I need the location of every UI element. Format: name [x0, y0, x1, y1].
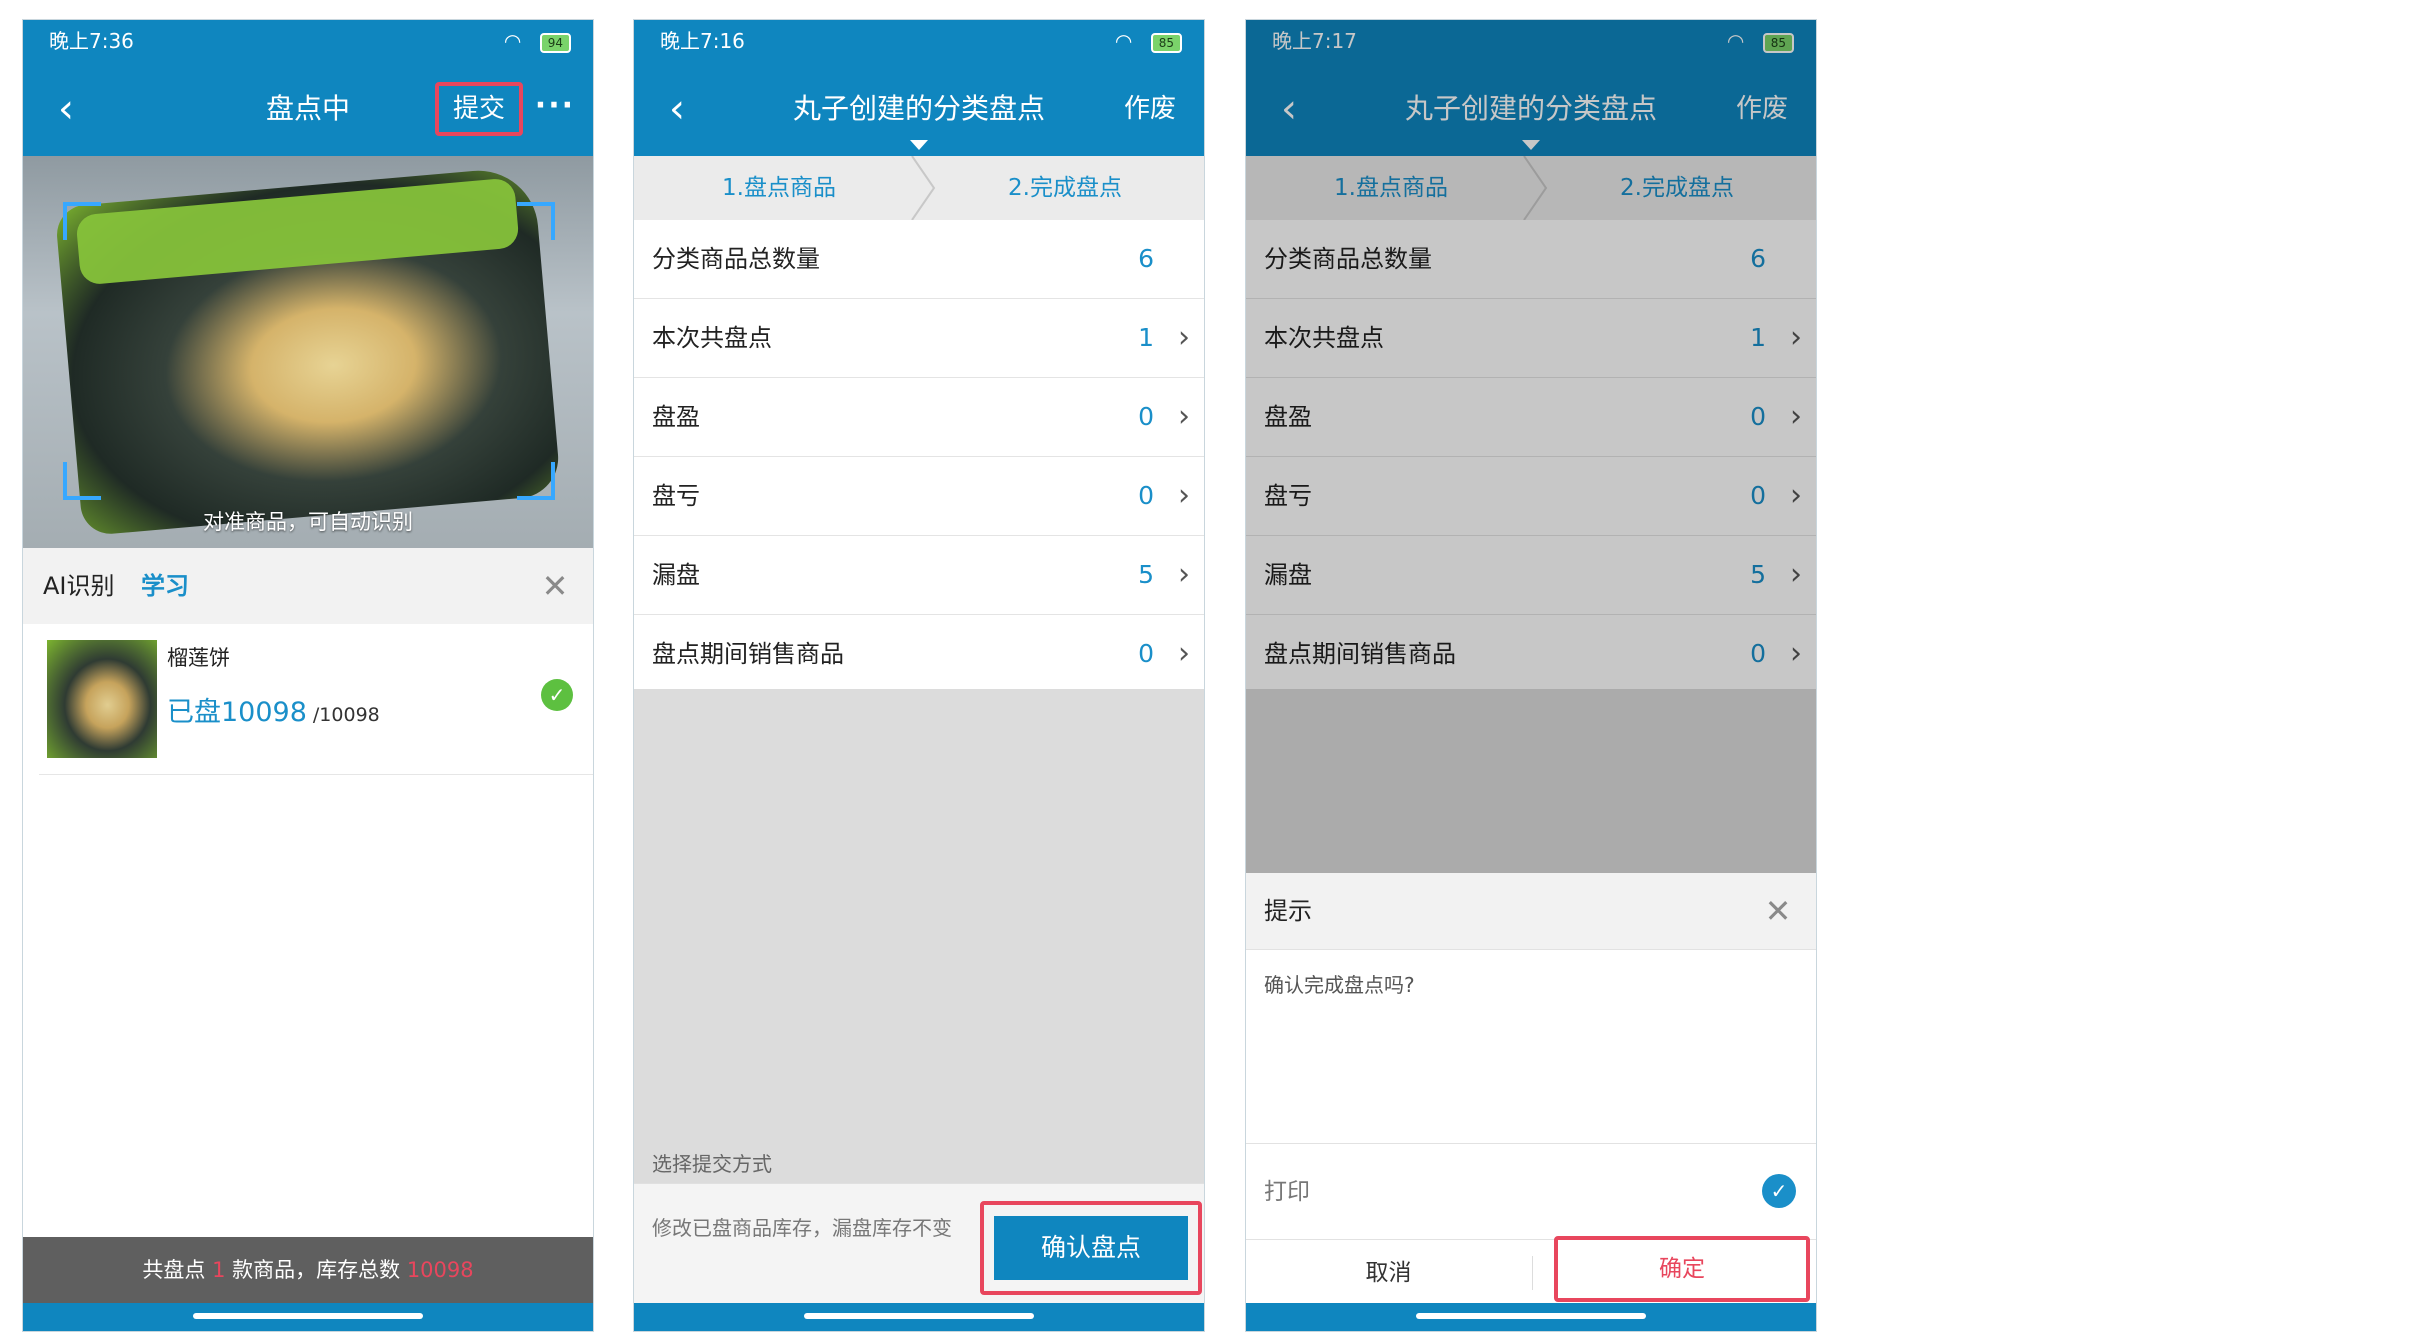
more-options-icon[interactable]: ···: [535, 84, 575, 134]
home-indicator[interactable]: [1416, 1313, 1646, 1319]
dialog-title: 提示: [1264, 897, 1312, 925]
scan-frame-corner: [63, 462, 101, 500]
confirm-highlight: 确认盘点: [980, 1201, 1202, 1295]
home-indicator[interactable]: [193, 1313, 423, 1319]
cancel-button[interactable]: 取消: [1246, 1240, 1531, 1306]
status-time: 晚上7:16: [660, 29, 745, 53]
stock-total: /10098: [312, 704, 380, 726]
nav-bar: ‹ 盘点中 提交 ···: [23, 62, 593, 156]
summary-footer: 共盘点 1 款商品，库存总数 10098: [23, 1237, 593, 1303]
camera-preview: 对准商品，可自动识别: [23, 156, 593, 548]
dialog-header: 提示 ✕: [1246, 873, 1816, 950]
summary-prefix: 共盘点: [142, 1258, 206, 1282]
scan-frame-corner: [517, 202, 555, 240]
stat-label: 本次共盘点: [652, 324, 772, 352]
submit-bar: 修改已盘商品库存，漏盘库存不变 确认盘点: [634, 1183, 1204, 1306]
close-icon[interactable]: ✕: [1758, 891, 1798, 931]
confirm-inventory-button[interactable]: 确认盘点: [994, 1216, 1188, 1280]
stat-value: 5: [1138, 560, 1154, 589]
stat-value: 0: [1138, 481, 1154, 510]
stat-value: 0: [1138, 402, 1154, 431]
home-indicator-bar: [634, 1303, 1204, 1331]
stat-row-missed[interactable]: 漏盘 5 ›: [634, 536, 1204, 615]
stat-label: 分类商品总数量: [652, 245, 820, 273]
dialog-message: 确认完成盘点吗?: [1264, 973, 1415, 997]
learn-link[interactable]: 学习: [141, 548, 189, 624]
scan-frame-corner: [63, 202, 101, 240]
stat-value: 1: [1138, 323, 1154, 352]
status-icons: ◠ 85: [1115, 20, 1182, 62]
check-circle-icon: ✓: [541, 679, 573, 711]
nav-bar: ‹ 丸子创建的分类盘点 作废: [634, 62, 1204, 156]
submit-method-label: 选择提交方式: [652, 1152, 772, 1176]
stat-row-surplus[interactable]: 盘盈 0 ›: [634, 378, 1204, 457]
summary-total: 10098: [406, 1258, 474, 1282]
product-thumbnail: [47, 640, 157, 758]
battery-icon: 94: [539, 32, 571, 53]
step-1[interactable]: 1.盘点商品: [634, 156, 924, 220]
home-indicator-bar: [1246, 1303, 1816, 1331]
status-icons: ◠ 94: [504, 20, 571, 62]
battery-icon: 85: [1150, 32, 1182, 53]
stat-value: 6: [1138, 244, 1154, 273]
confirm-dialog: 提示 ✕ 确认完成盘点吗? 打印 ✓ 取消 确定: [1246, 873, 1816, 1305]
submit-method-description: 修改已盘商品库存，漏盘库存不变: [652, 1216, 952, 1240]
dialog-actions: 取消 确定: [1246, 1236, 1816, 1306]
stat-label: 盘亏: [652, 482, 700, 510]
stats-list: 分类商品总数量 6 本次共盘点 1 › 盘盈 0 › 盘亏 0 › 漏盘 5 ›…: [634, 220, 1204, 694]
ai-label: AI识别: [43, 572, 115, 600]
phone-screen-confirm-dialog: 晚上7:17 ◠ 85 ‹ 丸子创建的分类盘点 作废 1.盘点商品 2.完成盘点…: [1245, 19, 1817, 1332]
stat-value: 0: [1138, 639, 1154, 668]
phone-screen-inventory-scanning: 晚上7:36 ◠ 94 ‹ 盘点中 提交 ··· 对准商品，可自动识别 AI识别…: [22, 19, 594, 1332]
button-divider: [1532, 1256, 1533, 1290]
counted-value: 已盘10098: [167, 697, 307, 728]
product-name: 榴莲饼: [167, 646, 230, 670]
ok-highlight: 确定: [1554, 1236, 1810, 1302]
close-icon[interactable]: ✕: [535, 566, 575, 606]
stat-label: 盘点期间销售商品: [652, 640, 844, 668]
product-photo: [54, 165, 562, 537]
status-bar: 晚上7:16 ◠ 85: [634, 20, 1204, 62]
chevron-right-icon: ›: [1178, 478, 1190, 513]
empty-area: [634, 689, 1204, 1183]
wifi-icon: ◠: [503, 29, 526, 53]
submit-button[interactable]: 提交: [434, 82, 523, 136]
scan-frame-corner: [517, 462, 555, 500]
wifi-icon: ◠: [1114, 29, 1137, 53]
stat-row-sold-during[interactable]: 盘点期间销售商品 0 ›: [634, 615, 1204, 694]
status-bar: 晚上7:36 ◠ 94: [23, 20, 593, 62]
chevron-right-icon: ›: [1178, 399, 1190, 434]
dropdown-caret-icon[interactable]: [910, 140, 928, 150]
ai-recognition-bar: AI识别 学习 ✕: [23, 548, 593, 624]
print-label: 打印: [1264, 1179, 1310, 1205]
check-circle-icon[interactable]: ✓: [1762, 1174, 1796, 1208]
stat-row-shortage[interactable]: 盘亏 0 ›: [634, 457, 1204, 536]
stat-label: 盘盈: [652, 403, 700, 431]
chevron-right-icon: ›: [1178, 320, 1190, 355]
step-2[interactable]: 2.完成盘点: [924, 156, 1204, 220]
summary-count: 1: [212, 1258, 226, 1282]
stat-row-total-items: 分类商品总数量 6: [634, 220, 1204, 299]
list-item[interactable]: 榴莲饼 已盘10098/10098 ✓: [39, 624, 593, 775]
ok-button[interactable]: 确定: [1558, 1240, 1806, 1298]
void-button[interactable]: 作废: [1110, 84, 1190, 134]
print-option[interactable]: 打印 ✓: [1246, 1143, 1816, 1240]
stat-label: 漏盘: [652, 561, 700, 589]
step-indicator: 1.盘点商品 2.完成盘点: [634, 156, 1204, 221]
status-time: 晚上7:36: [49, 29, 134, 53]
chevron-right-icon: ›: [1178, 557, 1190, 592]
home-indicator[interactable]: [804, 1313, 1034, 1319]
camera-hint: 对准商品，可自动识别: [203, 510, 413, 534]
counted-quantity: 已盘10098/10098: [167, 690, 380, 729]
home-indicator-bar: [23, 1303, 593, 1331]
phone-screen-complete-inventory: 晚上7:16 ◠ 85 ‹ 丸子创建的分类盘点 作废 1.盘点商品 2.完成盘点…: [633, 19, 1205, 1332]
chevron-right-icon: ›: [1178, 636, 1190, 671]
summary-middle: 款商品，库存总数: [232, 1258, 401, 1282]
stat-row-counted[interactable]: 本次共盘点 1 ›: [634, 299, 1204, 378]
product-package-top: [75, 177, 520, 286]
